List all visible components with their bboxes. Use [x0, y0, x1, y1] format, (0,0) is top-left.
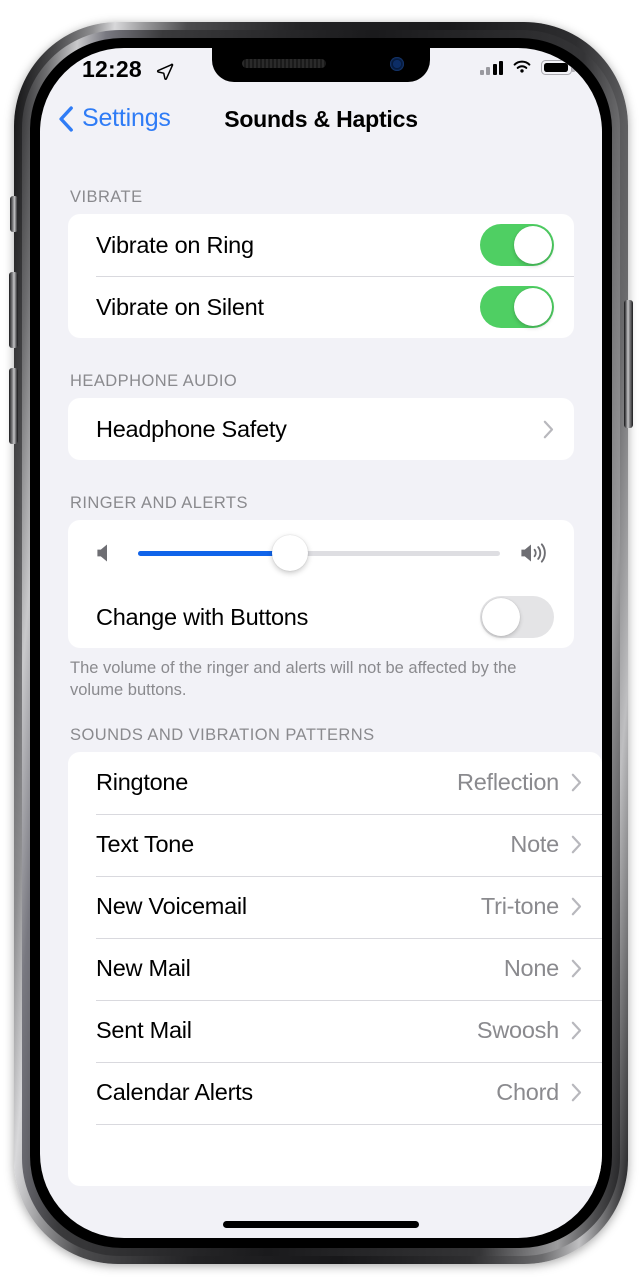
wifi-icon: [513, 60, 531, 73]
section-card-ringer-alerts: Change with Buttons: [68, 520, 574, 648]
speaker-high-icon: [521, 543, 546, 563]
home-indicator[interactable]: [223, 1221, 419, 1228]
section-card-headphone-audio: Headphone Safety: [68, 398, 574, 460]
section-card-vibrate: Vibrate on Ring Vibrate on Silent: [68, 214, 574, 338]
settings-content: VIBRATE Vibrate on Ring Vibrate on Silen…: [40, 154, 602, 1238]
chevron-right-icon: [571, 1084, 582, 1102]
chevron-right-icon: [571, 898, 582, 916]
row-value: Reflection: [457, 769, 559, 796]
front-camera-icon: [390, 57, 404, 71]
power-button[interactable]: [624, 300, 633, 428]
chevron-right-icon: [571, 774, 582, 792]
volume-up-button[interactable]: [9, 272, 18, 348]
vibrate-on-silent-toggle[interactable]: [480, 286, 554, 328]
chevron-right-icon: [571, 960, 582, 978]
row-new-mail[interactable]: New Mail None: [68, 937, 602, 1000]
slider-thumb[interactable]: [272, 535, 309, 571]
row-vibrate-on-ring[interactable]: Vibrate on Ring: [68, 214, 574, 276]
chevron-right-icon: [571, 1022, 582, 1040]
row-label: Vibrate on Silent: [96, 293, 264, 320]
row-change-with-buttons[interactable]: Change with Buttons: [68, 586, 574, 648]
section-header-headphone-audio: HEADPHONE AUDIO: [70, 372, 238, 390]
row-label: Ringtone: [96, 769, 189, 796]
earpiece-speaker-icon: [242, 59, 326, 68]
row-label: Sent Mail: [96, 1017, 192, 1044]
row-value: Swoosh: [476, 1017, 559, 1044]
chevron-right-icon: [571, 836, 582, 854]
ringer-volume-slider-row: [68, 520, 574, 586]
change-with-buttons-toggle[interactable]: [480, 596, 554, 638]
row-partial-next[interactable]: [68, 1123, 602, 1186]
speaker-low-icon: [97, 544, 107, 562]
row-vibrate-on-silent[interactable]: Vibrate on Silent: [68, 276, 574, 338]
row-label: Calendar Alerts: [96, 1079, 253, 1106]
cellular-bars-icon: [479, 60, 503, 75]
silent-switch-button[interactable]: [10, 196, 18, 232]
status-icons: [479, 60, 575, 75]
row-label: Headphone Safety: [96, 415, 287, 442]
section-footer-ringer-alerts: The volume of the ringer and alerts will…: [70, 659, 517, 700]
volume-down-button[interactable]: [9, 368, 18, 444]
notch: [212, 48, 430, 82]
row-value: Note: [510, 831, 559, 858]
chevron-right-icon: [543, 420, 554, 438]
row-value: Tri-tone: [480, 893, 559, 920]
row-calendar-alerts[interactable]: Calendar Alerts Chord: [68, 1061, 602, 1124]
row-label: Text Tone: [96, 831, 194, 858]
section-header-sounds-patterns: SOUNDS AND VIBRATION PATTERNS: [70, 725, 375, 744]
row-text-tone[interactable]: Text Tone Note: [68, 813, 602, 876]
iphone-device: 12:28 Settings Sounds & Haptics VIBRATE …: [0, 0, 642, 1280]
row-ringtone[interactable]: Ringtone Reflection: [68, 752, 602, 814]
row-value: Chord: [496, 1079, 559, 1106]
phone-screen: 12:28 Settings Sounds & Haptics VIBRATE …: [40, 48, 602, 1238]
section-header-ringer-alerts: RINGER AND ALERTS: [70, 494, 248, 512]
row-label: New Mail: [96, 955, 191, 982]
vibrate-on-ring-toggle[interactable]: [480, 224, 554, 266]
section-card-sounds-patterns: Ringtone Reflection Text Tone Note New V…: [68, 751, 602, 1186]
battery-full-icon: [541, 60, 575, 75]
page-title: Sounds & Haptics: [224, 106, 418, 132]
location-arrow-icon: [156, 63, 174, 80]
row-sent-mail[interactable]: Sent Mail Swoosh: [68, 999, 602, 1062]
status-time: 12:28: [82, 56, 142, 82]
row-label: New Voicemail: [96, 893, 247, 920]
navigation-bar: Settings Sounds & Haptics: [40, 92, 602, 154]
row-headphone-safety[interactable]: Headphone Safety: [68, 398, 574, 460]
row-new-voicemail[interactable]: New Voicemail Tri-tone: [68, 875, 602, 938]
row-label: Vibrate on Ring: [96, 231, 254, 258]
ringer-volume-slider[interactable]: [138, 535, 500, 571]
row-value: None: [503, 955, 559, 982]
section-header-vibrate: VIBRATE: [70, 188, 143, 206]
row-label: Change with Buttons: [96, 603, 309, 630]
